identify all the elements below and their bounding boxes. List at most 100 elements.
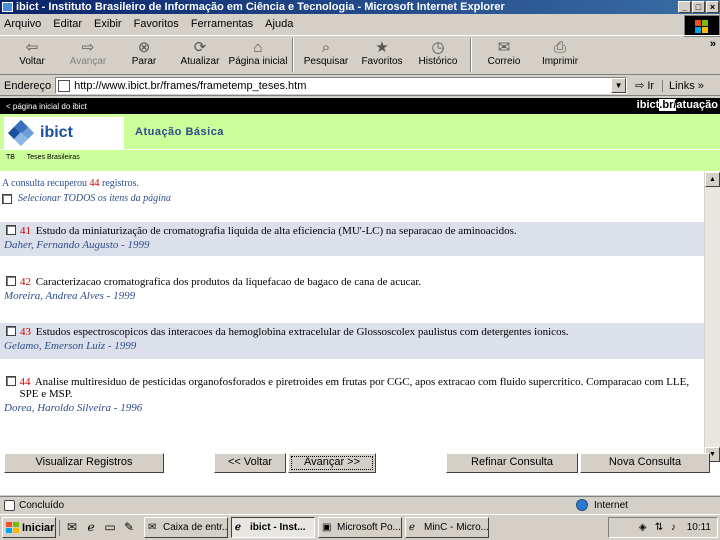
history-label: Histórico	[418, 56, 458, 67]
menu-file[interactable]: Arquivo	[4, 18, 41, 30]
results-area: A consulta recuperou 44 registros. Selec…	[0, 172, 704, 495]
page-icon	[58, 79, 71, 92]
back-page-button[interactable]: << Voltar	[214, 453, 286, 473]
next-page-button[interactable]: Avançar >>	[288, 453, 376, 473]
results-summary: A consulta recuperou 44 registros.	[2, 178, 139, 189]
mail-label: Correio	[487, 56, 521, 67]
status-text: Concluído	[19, 499, 65, 511]
home-link[interactable]: < página inicial do ibict	[6, 102, 87, 111]
task-ibict[interactable]: ℯ ibict - Inst...	[231, 517, 315, 538]
select-all-label[interactable]: Selecionar TODOS os itens da página	[18, 193, 171, 204]
windows-logo-icon	[684, 15, 720, 37]
go-button[interactable]: ⇨ Ir	[631, 79, 658, 93]
address-label: Endereço	[4, 79, 52, 92]
address-input[interactable]: http://www.ibict.br/frames/frametemp_tes…	[55, 77, 628, 94]
clock[interactable]: 10:11	[687, 522, 711, 533]
ie-icon	[2, 2, 13, 12]
mail-button[interactable]: ✉ Correio	[476, 36, 532, 74]
back-button[interactable]: ⇦ Voltar	[4, 36, 60, 74]
desktop-icon[interactable]: ▭	[102, 520, 118, 536]
item-checkbox[interactable]	[6, 326, 16, 336]
item-number: 41	[20, 225, 31, 237]
stop-label: Parar	[131, 56, 157, 67]
item-title[interactable]: Estudo da miniaturização de cromatografi…	[36, 225, 517, 237]
new-search-button[interactable]: Nova Consulta	[580, 453, 710, 473]
breadcrumb-tb[interactable]: TB	[6, 154, 15, 161]
site-header: ibict Atuação Básica	[0, 114, 720, 149]
powerpoint-icon: ▣	[322, 521, 332, 533]
view-records-button[interactable]: Visualizar Registros	[4, 453, 164, 473]
antivirus-icon[interactable]: ◈	[639, 522, 651, 534]
close-button[interactable]: ×	[706, 1, 719, 13]
minimize-button[interactable]: _	[678, 1, 691, 13]
volume-icon[interactable]: ♪	[671, 522, 683, 534]
list-item: 41 Estudo da miniaturização de cromatogr…	[0, 222, 704, 256]
toolbar-separator	[470, 38, 472, 72]
site-top-strip: < página inicial do ibict ibict.br/atuaç…	[0, 98, 720, 114]
item-number: 42	[20, 276, 31, 288]
item-author: Dorea, Haroldo Silveira - 1996	[4, 402, 143, 414]
item-checkbox[interactable]	[6, 276, 16, 286]
taskbar: Iniciar ✉ ℯ ▭ ✎ ✉ Caixa de entr... ℯ ibi…	[0, 514, 720, 540]
ie-quicklaunch-icon[interactable]: ℯ	[83, 520, 99, 536]
ibict-logo[interactable]: ibict	[4, 117, 124, 149]
links-label: Links	[669, 79, 695, 92]
menu-favorites[interactable]: Favoritos	[134, 18, 179, 30]
home-button[interactable]: ⌂ Página inicial	[228, 36, 288, 74]
item-checkbox[interactable]	[6, 225, 16, 235]
forward-button[interactable]: ⇨ Avançar	[60, 36, 116, 74]
task-label: MinC - Micro...	[424, 522, 489, 533]
scroll-up-arrow-icon[interactable]: ▲	[705, 172, 720, 187]
menu-help[interactable]: Ajuda	[265, 18, 293, 30]
menu-view[interactable]: Exibir	[94, 18, 122, 30]
refresh-button[interactable]: ⟳ Atualizar	[172, 36, 228, 74]
forward-label: Avançar	[69, 56, 107, 67]
maximize-button[interactable]: □	[692, 1, 705, 13]
inbox-icon: ✉	[148, 521, 157, 533]
menu-edit[interactable]: Editar	[53, 18, 82, 30]
favorites-icon: ★	[375, 39, 389, 56]
home-icon: ⌂	[253, 38, 263, 56]
item-number: 44	[19, 376, 31, 388]
notepad-icon[interactable]: ✎	[121, 520, 137, 536]
task-inbox[interactable]: ✉ Caixa de entr...	[144, 517, 228, 538]
favorites-label: Favoritos	[361, 56, 403, 67]
list-item: 43 Estudos espectroscopicos das interaco…	[0, 323, 704, 359]
select-all-checkbox[interactable]	[2, 193, 12, 204]
address-dropdown-arrow[interactable]: ▼	[611, 78, 627, 93]
back-label: Voltar	[19, 56, 45, 67]
task-powerpoint[interactable]: ▣ Microsoft Po...	[318, 517, 402, 538]
site-tag-prefix: ibict	[636, 99, 660, 111]
select-all-row: Selecionar TODOS os itens da página	[2, 193, 171, 204]
forward-arrow-icon: ⇨	[81, 39, 95, 56]
item-title[interactable]: Estudos espectroscopicos das interacoes …	[36, 326, 569, 338]
ibict-logo-mark-icon	[7, 119, 35, 147]
breadcrumb: TB Teses Brasileiras	[0, 149, 720, 171]
page-viewport: < página inicial do ibict ibict.br/atuaç…	[0, 98, 720, 495]
item-author: Moreira, Andrea Alves - 1999	[4, 290, 136, 302]
history-button[interactable]: ◷ Histórico	[410, 36, 466, 74]
print-button[interactable]: ⎙ Imprimir	[532, 36, 588, 74]
item-title[interactable]: Analise multiresiduo de pesticidas organ…	[20, 376, 690, 400]
item-checkbox[interactable]	[6, 376, 16, 386]
stop-button[interactable]: ⊗ Parar	[116, 36, 172, 74]
outlook-icon[interactable]: ✉	[64, 520, 80, 536]
search-button[interactable]: ⌕ Pesquisar	[298, 36, 354, 74]
site-tag-suffix: atuação	[676, 99, 718, 111]
toolbar-separator	[292, 38, 294, 72]
breadcrumb-teses[interactable]: Teses Brasileiras	[27, 154, 80, 161]
favorites-button[interactable]: ★ Favoritos	[354, 36, 410, 74]
item-title[interactable]: Caracterizacao cromatografica dos produt…	[36, 276, 421, 288]
refine-search-button[interactable]: Refinar Consulta	[446, 453, 578, 473]
toolbar-more-chevron[interactable]: »	[710, 38, 716, 50]
toolbar: ⇦ Voltar ⇨ Avançar ⊗ Parar ⟳ Atualizar ⌂…	[0, 35, 720, 75]
go-label: Ir	[647, 79, 655, 92]
vertical-scrollbar[interactable]: ▲ ▼	[704, 172, 720, 462]
start-button[interactable]: Iniciar	[2, 517, 56, 538]
links-button[interactable]: Links »	[662, 79, 708, 92]
ie-icon: ℯ	[235, 521, 241, 533]
network-icon[interactable]: ⇅	[655, 522, 667, 534]
task-minc[interactable]: ℯ MinC - Micro...	[405, 517, 489, 538]
menu-tools[interactable]: Ferramentas	[191, 18, 253, 30]
quick-launch: ✉ ℯ ▭ ✎	[59, 519, 141, 536]
